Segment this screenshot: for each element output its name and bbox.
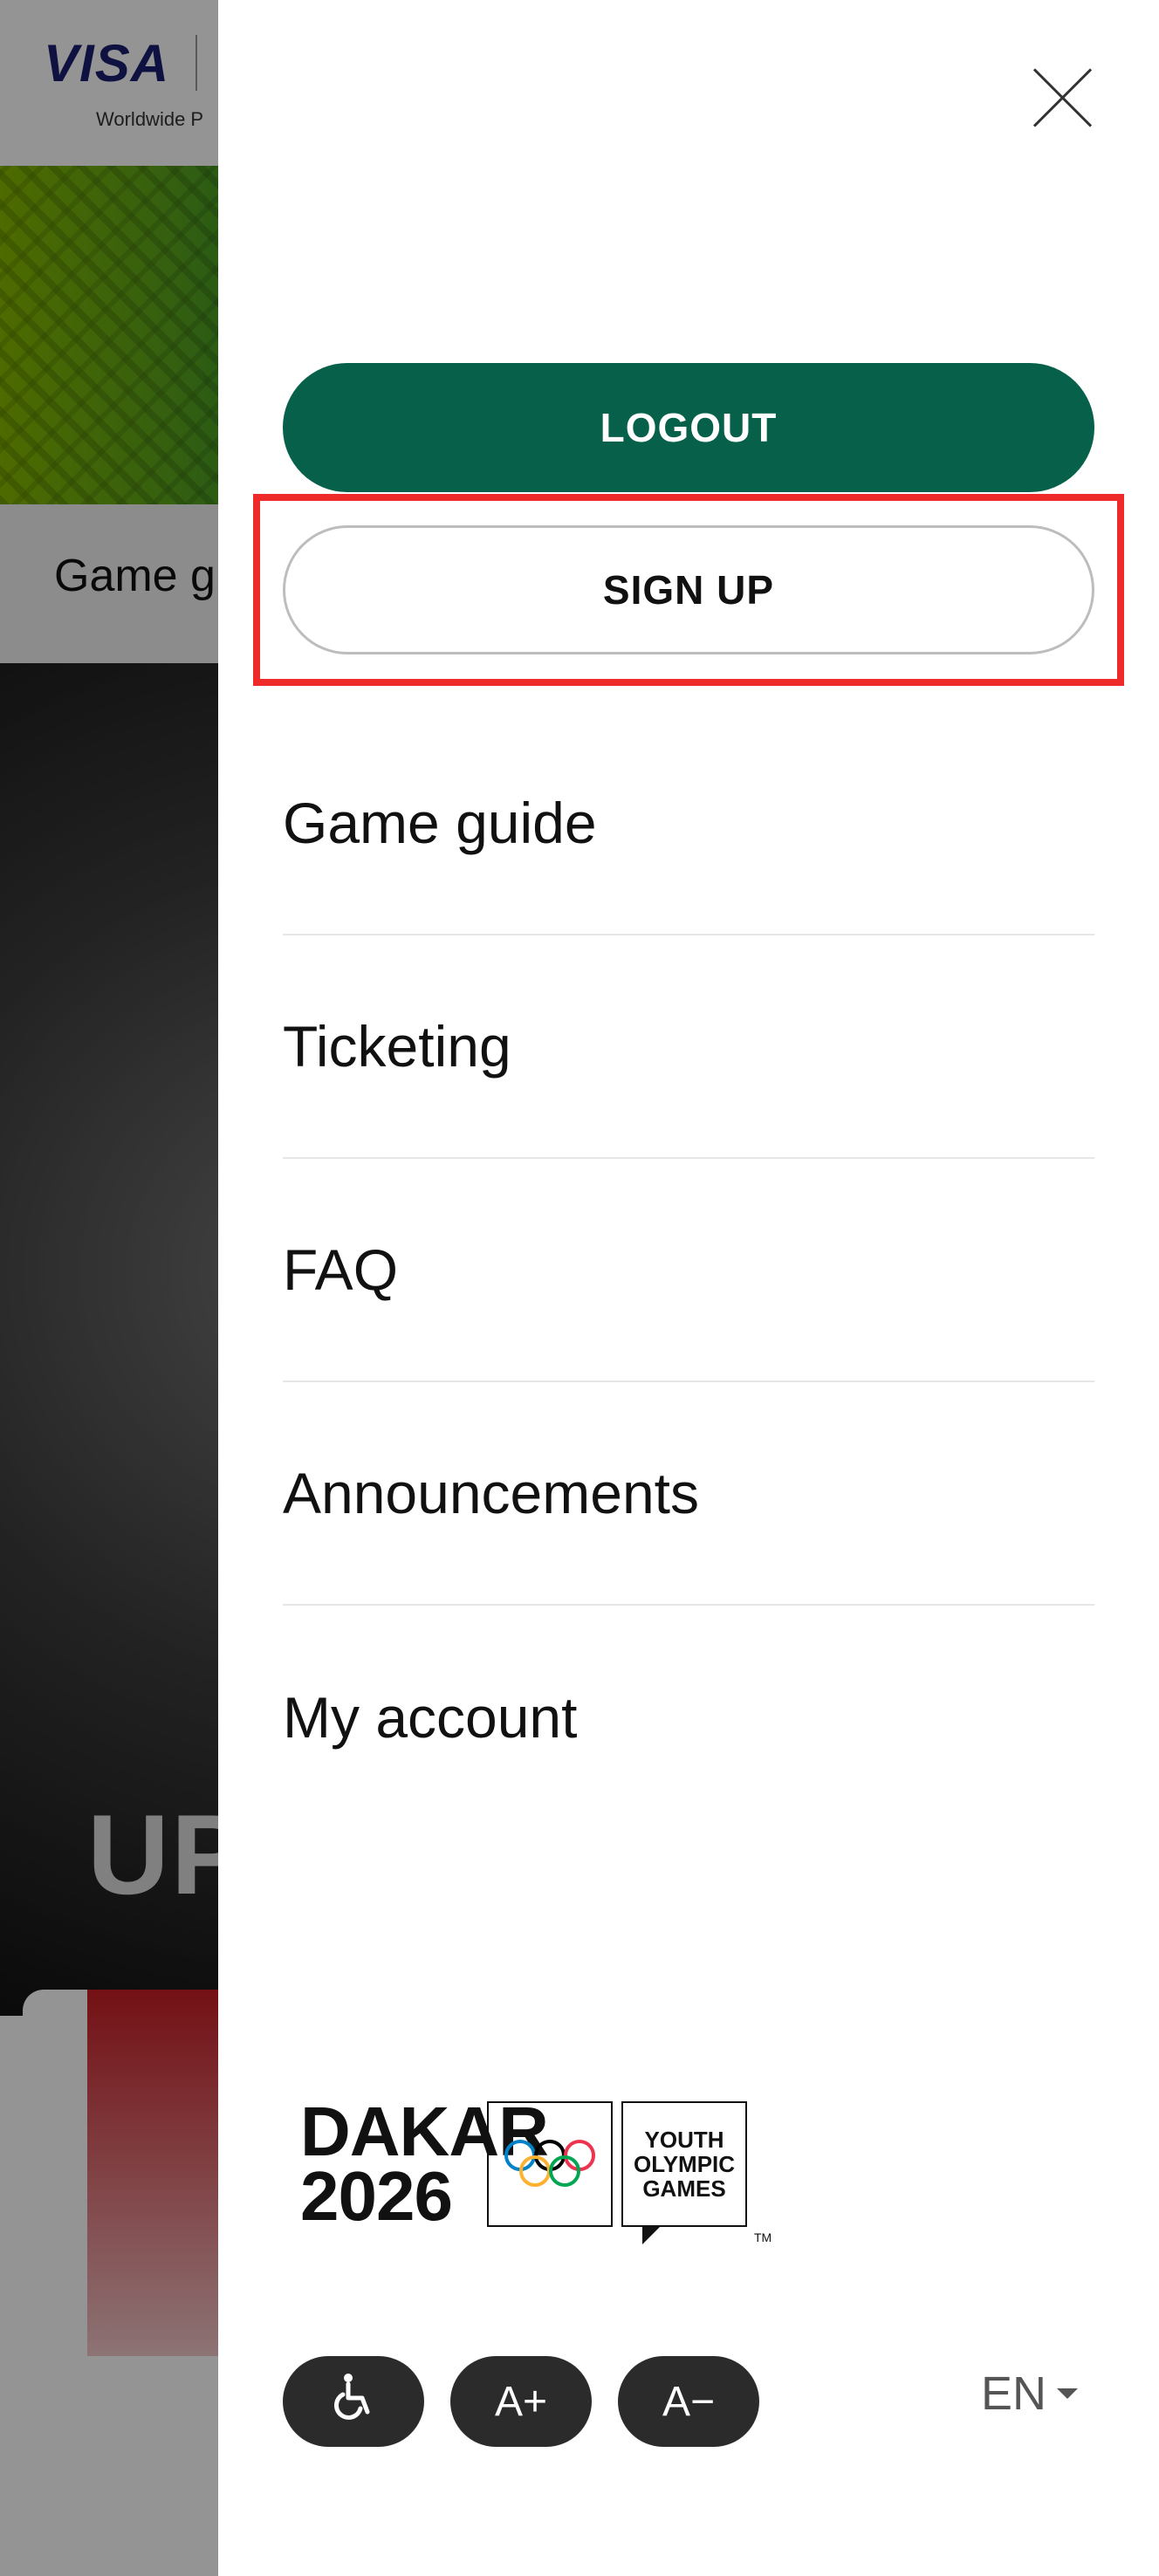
chevron-down-icon bbox=[1057, 2388, 1079, 2399]
olympic-rings-icon bbox=[487, 2101, 613, 2227]
menu-item-ticketing[interactable]: Ticketing bbox=[283, 935, 1094, 1159]
language-selector[interactable]: EN bbox=[981, 2367, 1079, 2421]
menu-item-faq[interactable]: FAQ bbox=[283, 1159, 1094, 1382]
close-icon[interactable] bbox=[1028, 63, 1098, 133]
menu-item-my-account[interactable]: My account bbox=[283, 1606, 1094, 1829]
badge-tail bbox=[642, 2225, 662, 2244]
increase-text-size-button[interactable]: A+ bbox=[450, 2356, 592, 2447]
trademark-symbol: TM bbox=[754, 2230, 772, 2244]
logout-button[interactable]: LOGOUT bbox=[283, 363, 1094, 492]
menu-item-game-guide[interactable]: Game guide bbox=[283, 712, 1094, 935]
decrease-text-size-button[interactable]: A− bbox=[618, 2356, 759, 2447]
youth-olympic-games-badge: YOUTH OLYMPIC GAMES bbox=[621, 2101, 747, 2227]
signup-highlight-box bbox=[253, 494, 1124, 686]
menu-item-announcements[interactable]: Announcements bbox=[283, 1382, 1094, 1606]
wheelchair-icon bbox=[331, 2372, 376, 2431]
accessibility-button[interactable] bbox=[283, 2356, 424, 2447]
language-label: EN bbox=[981, 2367, 1047, 2420]
